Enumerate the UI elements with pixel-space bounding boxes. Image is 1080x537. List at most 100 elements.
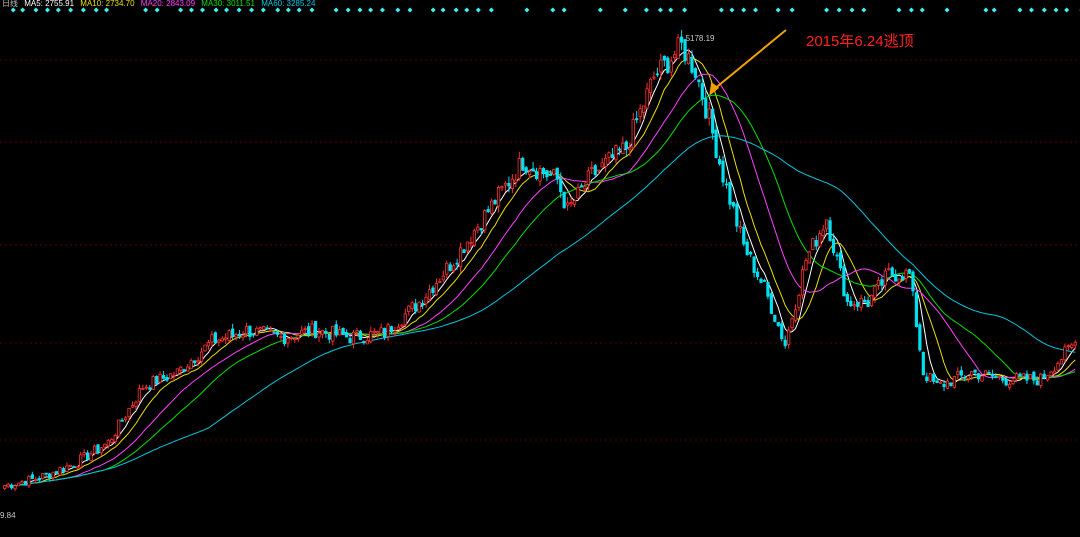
signal-dot (622, 7, 628, 13)
candle-body (607, 152, 611, 158)
candle (766, 281, 770, 300)
signal-dot (908, 7, 914, 13)
candle (776, 322, 780, 327)
candle (976, 372, 981, 383)
candle-body (348, 338, 352, 344)
candle-body (320, 329, 325, 335)
candle-body (552, 169, 556, 175)
candle-body (476, 226, 480, 231)
candle-body (593, 165, 597, 175)
candle (545, 169, 549, 182)
candle-body (324, 331, 328, 334)
candle (331, 325, 335, 346)
candle (144, 384, 148, 390)
candle-body (244, 326, 249, 335)
candle (721, 155, 725, 187)
candle-body (973, 369, 977, 373)
candle (659, 53, 663, 80)
candle-body (351, 332, 356, 345)
candle-body (983, 370, 988, 375)
ma60-line (4, 135, 1076, 487)
candle-body (610, 154, 615, 159)
candle (272, 331, 276, 334)
signal-dot (991, 7, 997, 13)
candle (362, 340, 366, 345)
candle-body (438, 281, 442, 283)
signal-dot (80, 7, 86, 13)
candle (282, 331, 287, 347)
chart-svg: 5178.19 9.84 2015年6.24逃顶 (0, 29, 1080, 520)
signal-dot (33, 7, 39, 13)
candle-body (904, 269, 908, 279)
candle (6, 482, 10, 488)
candle-body (255, 327, 259, 336)
candle (1039, 372, 1043, 389)
candle (863, 296, 867, 303)
candle-body (562, 191, 566, 209)
candle-body (541, 168, 546, 175)
candle (655, 67, 660, 77)
candle (662, 55, 666, 67)
candle-body (769, 293, 773, 314)
candle-body (900, 276, 905, 281)
signal-dot (561, 7, 567, 13)
candle-body (942, 383, 946, 388)
candle-body (759, 278, 763, 283)
candle (856, 301, 860, 311)
candle-body (117, 419, 121, 437)
candle-body (44, 472, 48, 475)
candle (621, 136, 625, 155)
candle (807, 250, 811, 264)
candle-body (79, 454, 83, 468)
signal-dot (741, 7, 747, 13)
candle (327, 334, 331, 344)
candle (472, 228, 476, 247)
candle (1011, 377, 1015, 386)
candle-body (16, 482, 21, 487)
candle-body (462, 249, 466, 254)
signal-dot (236, 7, 242, 13)
candle (994, 373, 998, 379)
signal-dot (1041, 7, 1047, 13)
candle-body (300, 329, 304, 335)
candle (676, 34, 680, 59)
candle-body (130, 405, 135, 408)
signal-dot (440, 7, 446, 13)
candle (320, 329, 325, 339)
candle (1032, 370, 1036, 385)
signal-dot (260, 7, 266, 13)
candle (780, 321, 784, 342)
candle-body (990, 373, 995, 377)
candle-body (386, 324, 390, 337)
candle (697, 79, 701, 88)
signal-dot (836, 7, 842, 13)
candle (900, 274, 905, 281)
candle-body (120, 419, 124, 422)
candle (172, 371, 176, 381)
candle-body (182, 369, 186, 372)
candle-body (37, 477, 41, 481)
candle-body (790, 318, 794, 329)
candle (828, 216, 832, 242)
signal-dot (718, 7, 724, 13)
candle (372, 327, 376, 337)
candle (251, 333, 255, 338)
candle (175, 368, 180, 375)
signal-dot (464, 7, 470, 13)
signal-dot (1053, 7, 1059, 13)
candle-body (572, 200, 577, 205)
signal-dot (668, 7, 674, 13)
signal-dot (983, 7, 989, 13)
candle-body (1052, 370, 1057, 374)
candle (110, 438, 114, 444)
candle-body (313, 321, 318, 339)
candle-body (980, 375, 984, 382)
candle (141, 384, 145, 390)
signal-dot-row (10, 7, 1080, 13)
candle-body (217, 339, 221, 343)
candle-body (711, 108, 715, 134)
candle (151, 374, 155, 390)
candle-body (123, 417, 128, 421)
candle-body (479, 228, 483, 231)
candle (445, 260, 449, 278)
